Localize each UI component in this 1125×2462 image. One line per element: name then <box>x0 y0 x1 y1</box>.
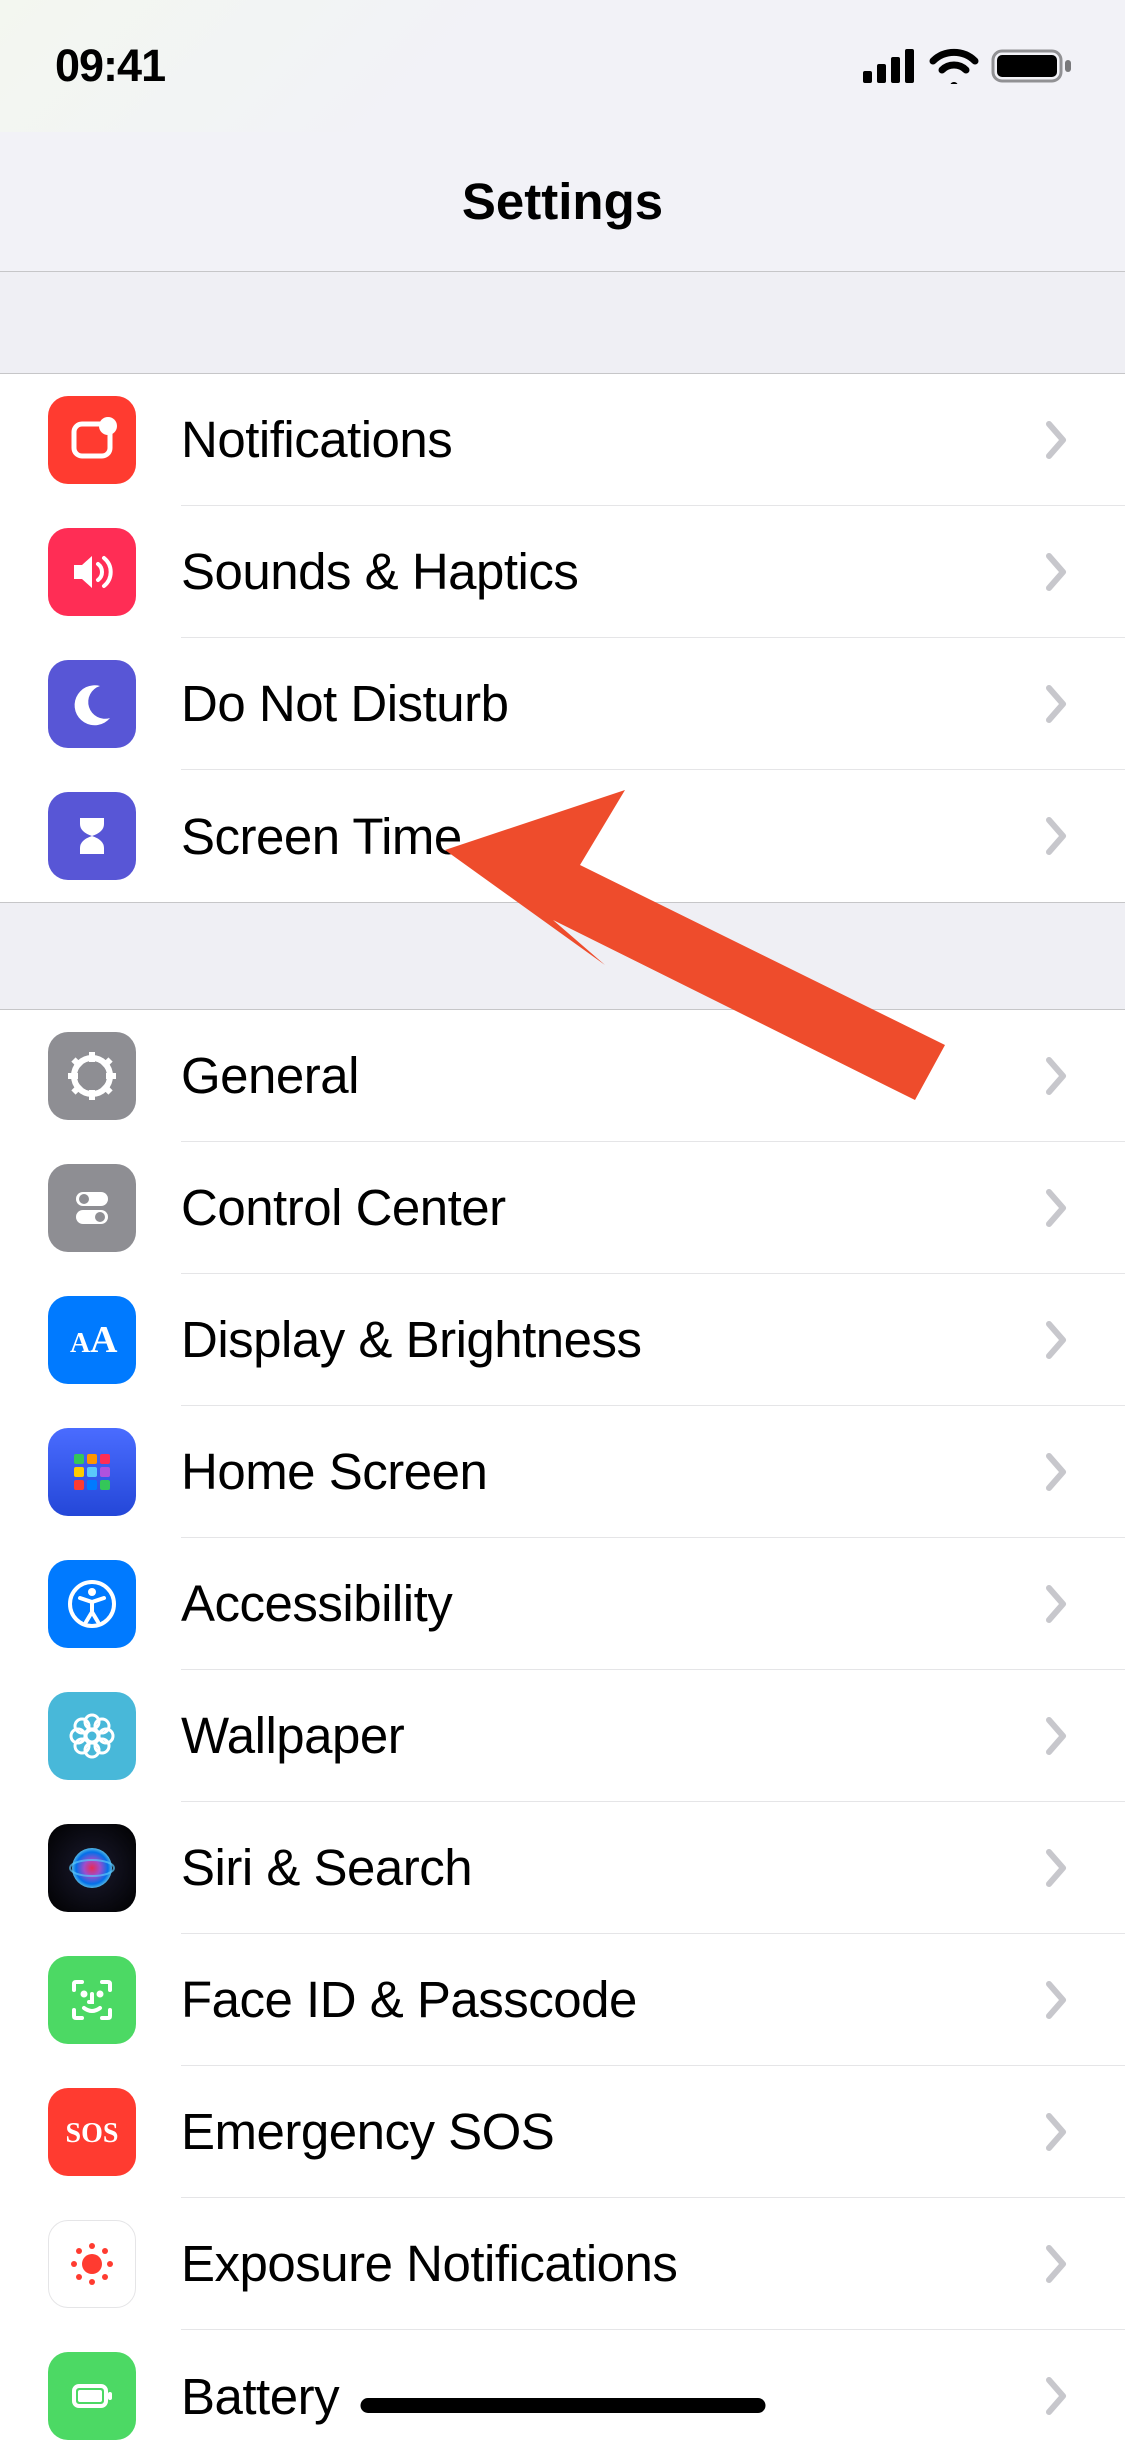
row-label: Screen Time <box>181 807 1045 866</box>
svg-text:SOS: SOS <box>66 2118 119 2149</box>
page-title: Settings <box>462 172 663 231</box>
row-wallpaper[interactable]: Wallpaper <box>0 1670 1125 1802</box>
cellular-icon <box>863 49 917 83</box>
text-size-icon: A A <box>48 1296 136 1384</box>
chevron-right-icon <box>1045 1980 1069 2020</box>
row-general[interactable]: General <box>0 1010 1125 1142</box>
row-label: Sounds & Haptics <box>181 542 1045 601</box>
chevron-right-icon <box>1045 684 1069 724</box>
exposure-icon <box>48 2220 136 2308</box>
settings-group-2: General Control Center A A Display & Bri <box>0 1010 1125 2462</box>
row-label: Do Not Disturb <box>181 674 1045 733</box>
row-label: Emergency SOS <box>181 2102 1045 2161</box>
row-label: Notifications <box>181 410 1045 469</box>
chevron-right-icon <box>1045 420 1069 460</box>
sounds-icon <box>48 528 136 616</box>
battery-icon <box>48 2352 136 2440</box>
row-exposure[interactable]: Exposure Notifications <box>0 2198 1125 2330</box>
row-label: Wallpaper <box>181 1706 1045 1765</box>
notifications-icon <box>48 396 136 484</box>
switches-icon <box>48 1164 136 1252</box>
chevron-right-icon <box>1045 2376 1069 2416</box>
row-label: Face ID & Passcode <box>181 1970 1045 2029</box>
group-spacer <box>0 272 1125 374</box>
row-label: General <box>181 1046 1045 1105</box>
hourglass-icon <box>48 792 136 880</box>
status-bar: 09:41 <box>0 0 1125 132</box>
status-time: 09:41 <box>55 40 165 92</box>
row-dnd[interactable]: Do Not Disturb <box>0 638 1125 770</box>
chevron-right-icon <box>1045 1056 1069 1096</box>
status-icons <box>863 47 1073 85</box>
chevron-right-icon <box>1045 816 1069 856</box>
chevron-right-icon <box>1045 2244 1069 2284</box>
siri-icon <box>48 1824 136 1912</box>
svg-text:A: A <box>70 1328 91 1359</box>
chevron-right-icon <box>1045 1320 1069 1360</box>
chevron-right-icon <box>1045 1848 1069 1888</box>
row-notifications[interactable]: Notifications <box>0 374 1125 506</box>
accessibility-icon <box>48 1560 136 1648</box>
row-battery[interactable]: Battery <box>0 2330 1125 2462</box>
chevron-right-icon <box>1045 1584 1069 1624</box>
chevron-right-icon <box>1045 1452 1069 1492</box>
apps-icon <box>48 1428 136 1516</box>
nav-bar: Settings <box>0 132 1125 272</box>
row-label: Display & Brightness <box>181 1310 1045 1369</box>
gear-icon <box>48 1032 136 1120</box>
row-label: Siri & Search <box>181 1838 1045 1897</box>
moon-icon <box>48 660 136 748</box>
row-controlcenter[interactable]: Control Center <box>0 1142 1125 1274</box>
group-spacer <box>0 902 1125 1010</box>
sos-icon: SOS <box>48 2088 136 2176</box>
settings-group-1: Notifications Sounds & Haptics Do Not Di… <box>0 374 1125 902</box>
row-label: Battery <box>181 2367 1045 2426</box>
chevron-right-icon <box>1045 2112 1069 2152</box>
svg-text:A: A <box>90 1319 118 1361</box>
chevron-right-icon <box>1045 552 1069 592</box>
row-display[interactable]: A A Display & Brightness <box>0 1274 1125 1406</box>
flower-icon <box>48 1692 136 1780</box>
row-siri[interactable]: Siri & Search <box>0 1802 1125 1934</box>
wifi-icon <box>929 48 979 84</box>
face-icon <box>48 1956 136 2044</box>
row-homescreen[interactable]: Home Screen <box>0 1406 1125 1538</box>
row-label: Exposure Notifications <box>181 2234 1045 2293</box>
chevron-right-icon <box>1045 1716 1069 1756</box>
row-accessibility[interactable]: Accessibility <box>0 1538 1125 1670</box>
chevron-right-icon <box>1045 1188 1069 1228</box>
row-faceid[interactable]: Face ID & Passcode <box>0 1934 1125 2066</box>
home-indicator <box>360 2398 765 2413</box>
battery-icon <box>991 47 1073 85</box>
row-sounds[interactable]: Sounds & Haptics <box>0 506 1125 638</box>
row-sos[interactable]: SOS Emergency SOS <box>0 2066 1125 2198</box>
row-label: Control Center <box>181 1178 1045 1237</box>
row-label: Accessibility <box>181 1574 1045 1633</box>
row-label: Home Screen <box>181 1442 1045 1501</box>
row-screentime[interactable]: Screen Time <box>0 770 1125 902</box>
